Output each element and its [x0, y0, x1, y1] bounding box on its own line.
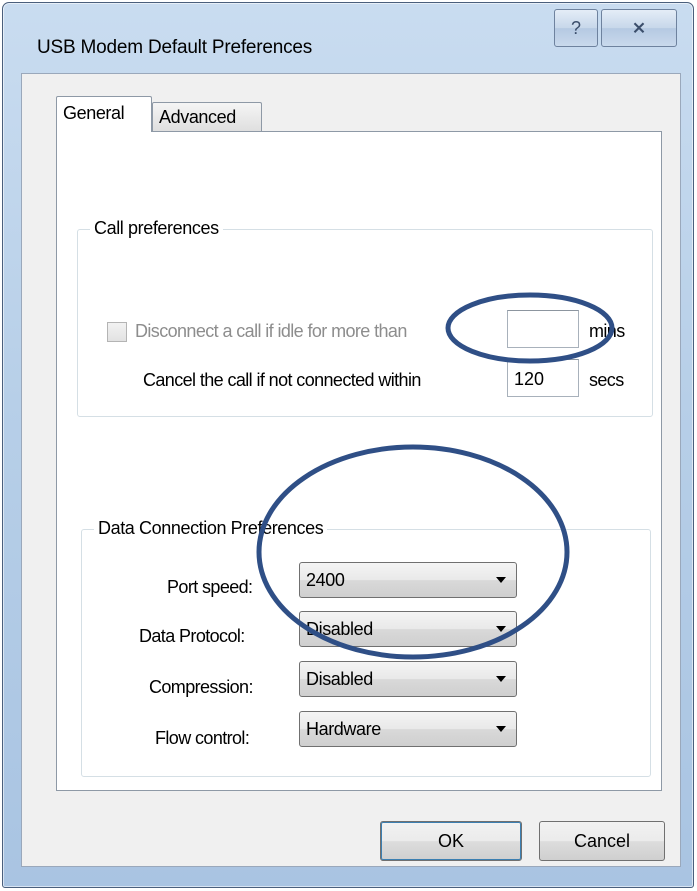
idle-minutes-unit: mins [589, 321, 625, 341]
flow-control-value: Hardware [306, 719, 381, 739]
port-speed-label: Port speed: [167, 577, 253, 597]
cancel-call-label: Cancel the call if not connected within [143, 370, 421, 390]
cancel-seconds-unit: secs [589, 370, 624, 390]
data-connection-legend: Data Connection Preferences [94, 518, 328, 539]
chevron-down-icon [496, 577, 506, 583]
chevron-down-icon [496, 676, 506, 682]
compression-value: Disabled [306, 669, 373, 689]
compression-select[interactable]: Disabled [299, 661, 517, 697]
tab-panel-general: Call preferences Disconnect a call if id… [56, 131, 662, 791]
close-icon: ⨯ [631, 18, 647, 37]
idle-minutes-input[interactable] [507, 310, 579, 348]
compression-label: Compression: [149, 677, 253, 697]
flow-control-label: Flow control: [155, 728, 250, 748]
cancel-seconds-input[interactable]: 120 [507, 359, 579, 397]
port-speed-select[interactable]: 2400 [299, 562, 517, 598]
help-icon: ? [570, 17, 581, 38]
flow-control-select[interactable]: Hardware [299, 711, 517, 747]
port-speed-value: 2400 [306, 570, 345, 590]
call-preferences-legend: Call preferences [90, 218, 223, 239]
data-protocol-label: Data Protocol: [139, 626, 245, 646]
cancel-button[interactable]: Cancel [539, 821, 665, 861]
ok-button[interactable]: OK [380, 821, 522, 861]
close-button[interactable]: ⨯ [601, 9, 677, 47]
idle-disconnect-checkbox[interactable] [107, 322, 127, 342]
data-protocol-value: Disabled [306, 619, 373, 639]
chevron-down-icon [496, 626, 506, 632]
idle-disconnect-label: Disconnect a call if idle for more than [135, 321, 407, 341]
chevron-down-icon [496, 726, 506, 732]
dialog-client-area: General Advanced Call preferences Discon… [21, 73, 681, 867]
help-button[interactable]: ? [554, 9, 598, 47]
window-title: USB Modem Default Preferences [37, 37, 313, 58]
tab-advanced[interactable]: Advanced [152, 102, 262, 132]
tab-general[interactable]: General [56, 96, 152, 132]
data-protocol-select[interactable]: Disabled [299, 611, 517, 647]
dialog-window: USB Modem Default Preferences ? ⨯ Genera… [2, 2, 694, 888]
